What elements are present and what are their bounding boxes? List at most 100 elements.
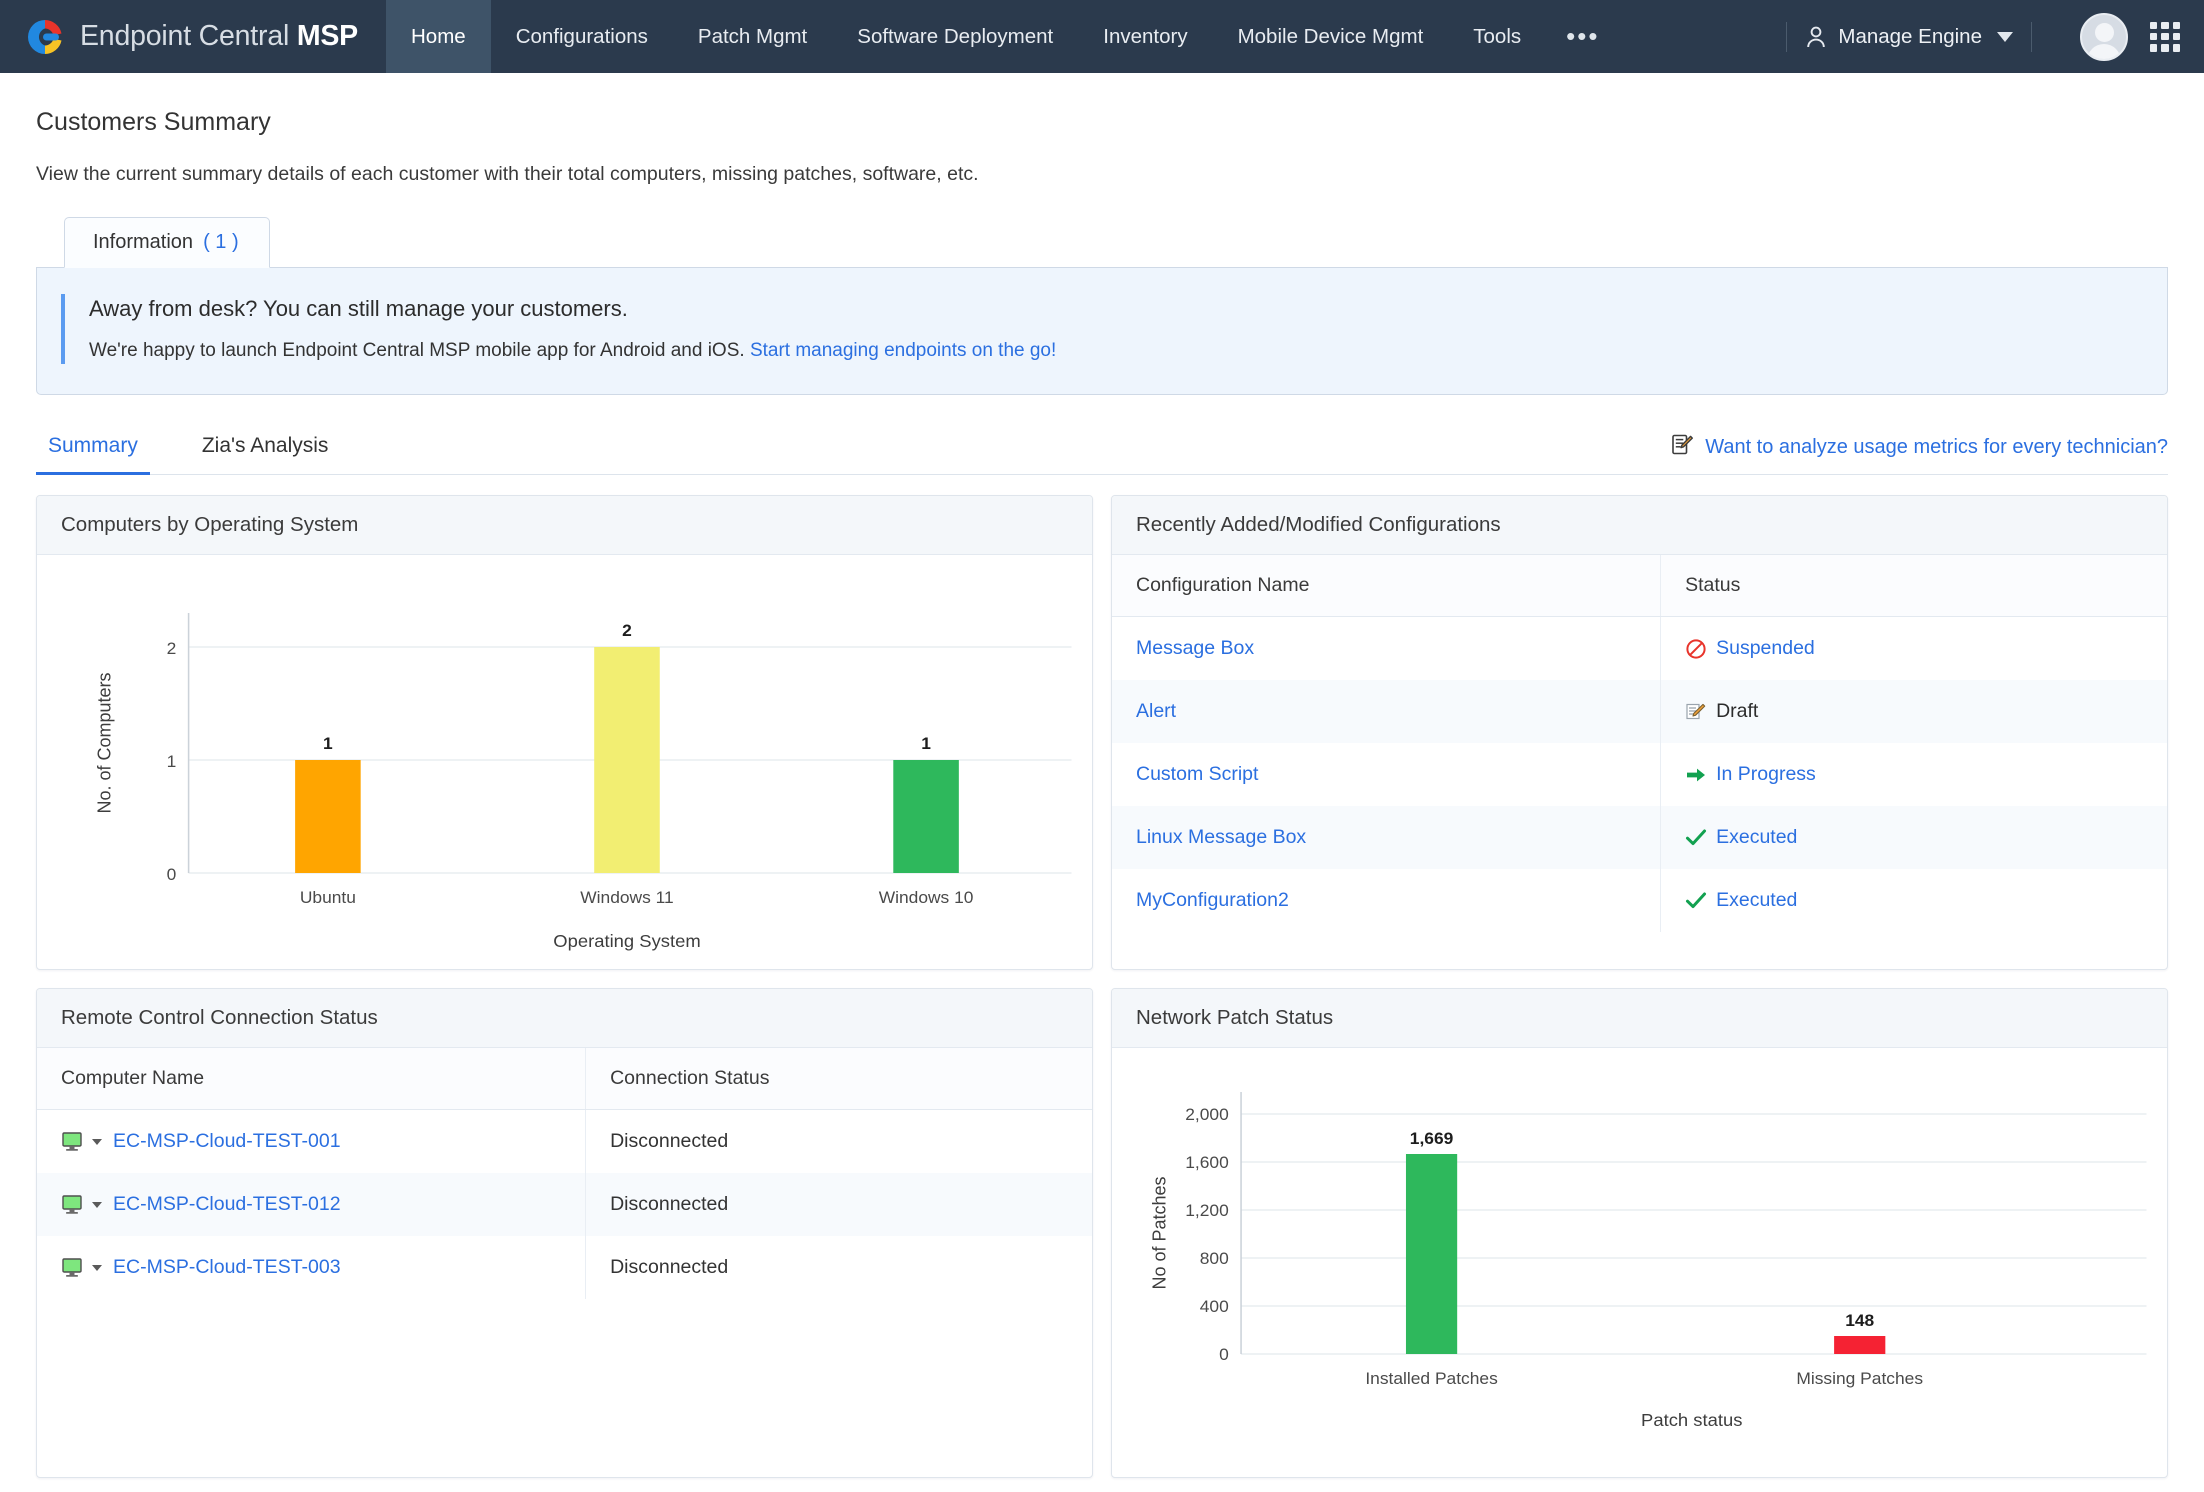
nav-right-area: Manage Engine <box>1774 0 2204 73</box>
information-banner: Away from desk? You can still manage you… <box>36 268 2168 395</box>
usage-metrics-link[interactable]: Want to analyze usage metrics for every … <box>1671 433 2168 474</box>
nav-item-home[interactable]: Home <box>386 0 491 73</box>
tab-zias-analysis-label: Zia's Analysis <box>202 434 329 457</box>
svg-text:No. of Computers: No. of Computers <box>95 673 115 814</box>
table-row[interactable]: Linux Message Box Executed <box>1112 806 2167 869</box>
status-label: In Progress <box>1716 763 1816 786</box>
nav-item-tools[interactable]: Tools <box>1448 0 1546 73</box>
nav-item-configurations[interactable]: Configurations <box>491 0 673 73</box>
nav-item-mobile-device-mgmt-label: Mobile Device Mgmt <box>1238 25 1424 49</box>
table-row[interactable]: EC-MSP-Cloud-TEST-001 Disconnected <box>37 1110 1092 1174</box>
panel-recent-configurations-body: Configuration Name Status Message Box Su… <box>1112 555 2167 969</box>
app-title: Endpoint Central MSP <box>80 20 358 53</box>
configuration-link[interactable]: Linux Message Box <box>1136 826 1306 848</box>
svg-text:1,669: 1,669 <box>1410 1128 1454 1148</box>
chart-network-patch-status: 2,000 1,600 1,200 800 400 0 No of Patche… <box>1112 1048 2167 1478</box>
svg-text:1: 1 <box>921 733 931 753</box>
svg-text:1: 1 <box>323 733 333 753</box>
computer-cell: EC-MSP-Cloud-TEST-012 <box>61 1193 585 1216</box>
information-headline: Away from desk? You can still manage you… <box>89 296 2167 322</box>
configuration-link[interactable]: Custom Script <box>1136 763 1258 785</box>
information-body: We're happy to launch Endpoint Central M… <box>89 340 2167 362</box>
usage-metrics-link-label: Want to analyze usage metrics for every … <box>1705 436 2168 459</box>
start-managing-endpoints-link[interactable]: Start managing endpoints on the go! <box>750 340 1056 361</box>
table-row[interactable]: EC-MSP-Cloud-TEST-003 Disconnected <box>37 1236 1092 1299</box>
remote-control-table: Computer Name Connection Status <box>37 1048 1092 1299</box>
table-row[interactable]: Alert D <box>1112 680 2167 743</box>
nav-divider-2 <box>2031 22 2032 52</box>
summary-tabs-row: Summary Zia's Analysis Want to analyze u… <box>36 427 2168 475</box>
nav-item-home-label: Home <box>411 25 466 49</box>
brand-logo-area[interactable]: Endpoint Central MSP <box>0 0 386 73</box>
user-menu-button[interactable]: Manage Engine <box>1799 25 2019 49</box>
computer-link[interactable]: EC-MSP-Cloud-TEST-001 <box>113 1130 341 1153</box>
person-icon <box>1805 25 1827 49</box>
nav-item-mobile-device-mgmt[interactable]: Mobile Device Mgmt <box>1213 0 1449 73</box>
chart-computers-by-os: 2 1 0 No. of Computers 1 2 1 <box>37 555 1092 970</box>
page-subtitle: View the current summary details of each… <box>36 163 2168 186</box>
monitor-icon <box>61 1131 85 1153</box>
panel-network-patch-status-body: 2,000 1,600 1,200 800 400 0 No of Patche… <box>1112 1048 2167 1478</box>
avatar[interactable] <box>2080 13 2128 61</box>
status-badge: Executed <box>1685 826 2167 849</box>
page-content: Customers Summary View the current summa… <box>0 108 2204 1492</box>
tab-information[interactable]: Information( 1 ) <box>64 217 270 268</box>
information-banner-inner: Away from desk? You can still manage you… <box>61 294 2167 364</box>
summary-tabs: Summary Zia's Analysis <box>36 427 380 474</box>
tab-summary[interactable]: Summary <box>36 428 150 475</box>
status-badge: Executed <box>1685 889 2167 912</box>
configuration-link[interactable]: Alert <box>1136 700 1176 722</box>
connection-status-value: Disconnected <box>586 1110 1092 1174</box>
column-computer-name: Computer Name <box>37 1048 586 1110</box>
panel-computers-by-os: Computers by Operating System 2 1 0 <box>36 495 1093 970</box>
connection-status-value: Disconnected <box>586 1173 1092 1236</box>
chevron-down-icon[interactable] <box>92 1265 102 1271</box>
status-label: Executed <box>1716 889 1797 912</box>
svg-text:1,200: 1,200 <box>1185 1200 1229 1220</box>
panel-remote-control-status: Remote Control Connection Status Compute… <box>36 988 1093 1478</box>
svg-text:2,000: 2,000 <box>1185 1104 1229 1124</box>
chevron-down-icon[interactable] <box>92 1202 102 1208</box>
draft-pencil-icon <box>1685 701 1707 723</box>
nav-item-inventory[interactable]: Inventory <box>1078 0 1212 73</box>
table-row[interactable]: Custom Script In Progress <box>1112 743 2167 806</box>
svg-text:Patch status: Patch status <box>1641 1410 1742 1430</box>
nav-item-tools-label: Tools <box>1473 25 1521 49</box>
panel-remote-control-status-body: Computer Name Connection Status <box>37 1048 1092 1477</box>
computer-link[interactable]: EC-MSP-Cloud-TEST-003 <box>113 1256 341 1279</box>
tab-information-count: ( 1 ) <box>203 231 239 253</box>
nav-item-patch-mgmt[interactable]: Patch Mgmt <box>673 0 832 73</box>
nav-item-configurations-label: Configurations <box>516 25 648 49</box>
information-section: Information( 1 ) Away from desk? You can… <box>36 216 2168 395</box>
table-row[interactable]: Message Box Suspended <box>1112 617 2167 681</box>
information-body-text: We're happy to launch Endpoint Central M… <box>89 340 750 361</box>
check-icon <box>1685 890 1707 912</box>
edit-note-icon <box>1671 433 1694 462</box>
configuration-link[interactable]: MyConfiguration2 <box>1136 889 1289 911</box>
status-badge: Suspended <box>1685 637 2167 660</box>
table-row[interactable]: EC-MSP-Cloud-TEST-012 Disconnected <box>37 1173 1092 1236</box>
nav-divider <box>1786 22 1787 52</box>
table-row[interactable]: MyConfiguration2 Executed <box>1112 869 2167 932</box>
panel-computers-by-os-title: Computers by Operating System <box>37 496 1092 555</box>
monitor-icon <box>61 1257 85 1279</box>
apps-grid-icon[interactable] <box>2150 22 2180 52</box>
configuration-link[interactable]: Message Box <box>1136 637 1254 659</box>
status-badge: In Progress <box>1685 763 2167 786</box>
svg-text:1,600: 1,600 <box>1185 1152 1229 1172</box>
column-connection-status: Connection Status <box>586 1048 1092 1110</box>
tab-zias-analysis[interactable]: Zia's Analysis <box>190 428 341 475</box>
svg-text:Installed Patches: Installed Patches <box>1365 1368 1497 1388</box>
tab-summary-label: Summary <box>48 434 138 457</box>
computer-cell: EC-MSP-Cloud-TEST-003 <box>61 1256 585 1279</box>
svg-text:Ubuntu: Ubuntu <box>300 887 356 907</box>
computer-link[interactable]: EC-MSP-Cloud-TEST-012 <box>113 1193 341 1216</box>
status-label: Executed <box>1716 826 1797 849</box>
chevron-down-icon[interactable] <box>92 1139 102 1145</box>
table-header-row: Computer Name Connection Status <box>37 1048 1092 1110</box>
svg-text:148: 148 <box>1845 1310 1874 1330</box>
nav-item-software-deployment[interactable]: Software Deployment <box>832 0 1078 73</box>
check-icon <box>1685 827 1707 849</box>
nav-overflow-ellipsis-icon[interactable]: ••• <box>1546 0 1619 73</box>
page-title: Customers Summary <box>36 108 2168 137</box>
